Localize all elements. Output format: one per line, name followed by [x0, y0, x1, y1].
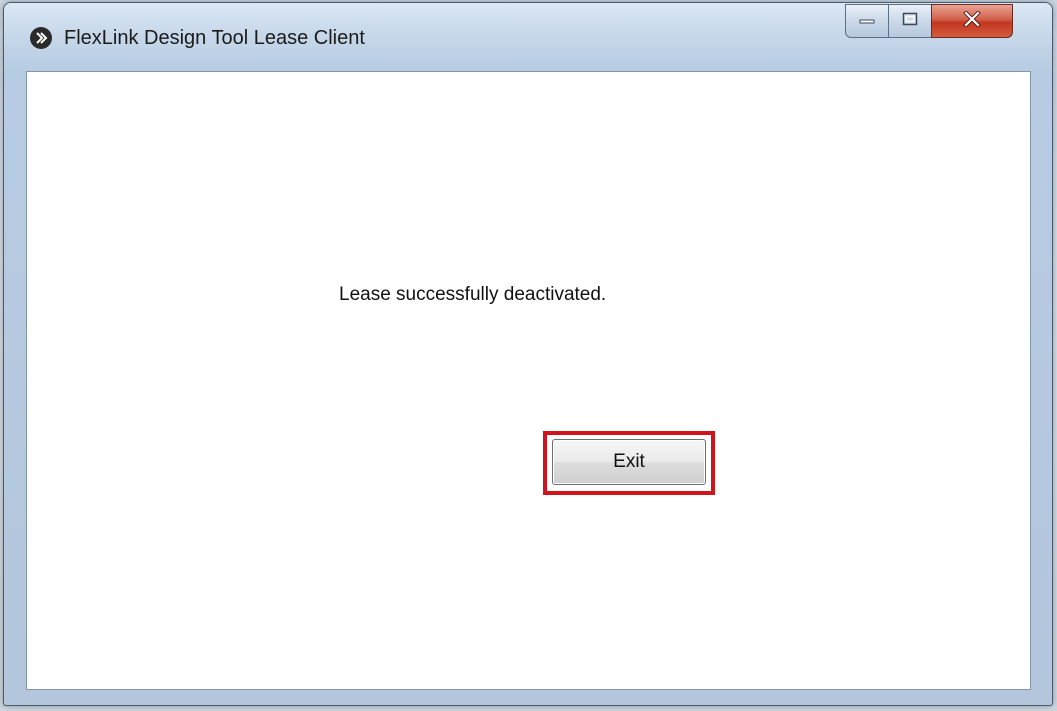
desktop: FlexLink Design Tool Lease Client Lease … [0, 0, 1057, 711]
title-bar[interactable]: FlexLink Design Tool Lease Client [4, 3, 1052, 73]
flexlink-chevron-icon [30, 27, 52, 49]
status-message: Lease successfully deactivated. [339, 284, 607, 305]
lease-client-window: FlexLink Design Tool Lease Client Lease … [3, 2, 1053, 706]
close-button[interactable] [931, 4, 1013, 38]
minimize-button[interactable] [845, 4, 889, 38]
maximize-icon [902, 12, 918, 31]
window-title: FlexLink Design Tool Lease Client [64, 27, 365, 49]
exit-button[interactable]: Exit [552, 439, 706, 485]
close-icon [963, 9, 981, 32]
client-area: Lease successfully deactivated. Exit [26, 71, 1031, 690]
minimize-icon [859, 12, 875, 30]
maximize-button[interactable] [888, 4, 932, 38]
